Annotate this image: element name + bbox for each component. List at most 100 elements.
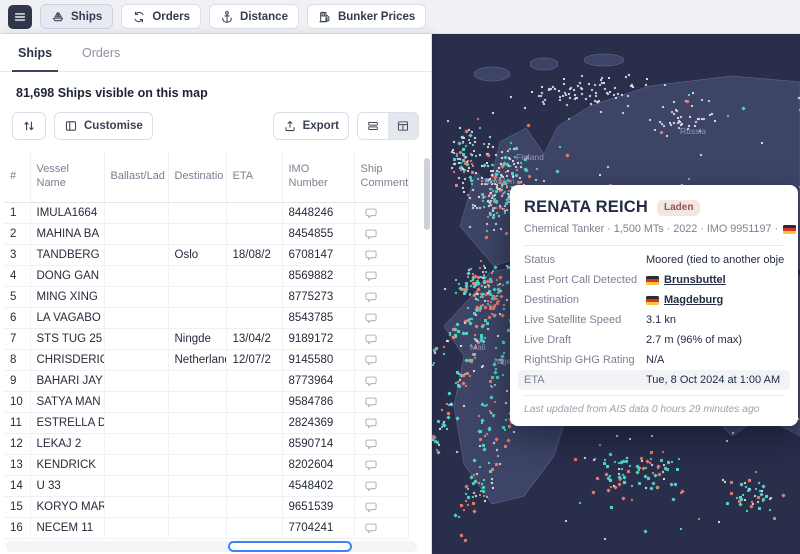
popup-field-row: Status Moored (tied to another object [524, 250, 784, 270]
popup-field-row: Last Port Call Detected Brunsbuttel [524, 270, 784, 290]
comment-bubble-icon[interactable] [364, 311, 378, 325]
table-row[interactable]: 9 BAHARI JAY 8773964 [4, 370, 408, 391]
table-row[interactable]: 3 TANDBERG Oslo 18/08/2 6708147 [4, 244, 408, 265]
ship-dot [652, 472, 654, 474]
ship-dot [451, 150, 453, 152]
comment-bubble-icon[interactable] [364, 269, 378, 283]
table-row[interactable]: 15 KORYO MAR 9651539 [4, 496, 408, 517]
export-button[interactable]: Export [273, 112, 349, 140]
ship-dot [740, 482, 744, 486]
ship-dot [479, 493, 481, 495]
rows-view-button[interactable] [358, 113, 388, 139]
menu-button[interactable] [8, 5, 32, 29]
table-row[interactable]: 2 MAHINA BA 8454855 [4, 223, 408, 244]
table-row[interactable]: 7 STS TUG 25 Ningde 13/04/2 9189172 [4, 328, 408, 349]
imo-number-cell: 9584786 [282, 391, 354, 412]
comment-bubble-icon[interactable] [364, 332, 378, 346]
ship-dot [464, 499, 466, 501]
imo-number-cell: 6708147 [282, 244, 354, 265]
table-row[interactable]: 4 DONG GAN 8569882 [4, 265, 408, 286]
ship-dot [755, 487, 757, 489]
destination-cell [168, 286, 226, 307]
ship-dot [687, 177, 690, 180]
popup-field-value-text: 2.7 m (96% of max) [646, 334, 742, 346]
ship-dot [502, 426, 505, 429]
nav-distance-button[interactable]: Distance [209, 4, 299, 29]
table-row[interactable]: 10 SATYA MAN 9584786 [4, 391, 408, 412]
horizontal-scrollbar-thumb[interactable] [228, 541, 352, 552]
comment-bubble-icon[interactable] [364, 395, 378, 409]
comment-bubble-icon[interactable] [364, 227, 378, 241]
ship-dot [518, 176, 521, 179]
table-row[interactable]: 14 U 33 4548402 [4, 475, 408, 496]
table-row[interactable]: 11 ESTRELLA D 2824369 [4, 412, 408, 433]
ship-dot [492, 229, 494, 231]
row-number-cell: 3 [4, 244, 30, 265]
customise-button[interactable]: Customise [54, 112, 153, 140]
ship-dot [662, 463, 665, 466]
ship-dot [463, 321, 466, 324]
comment-bubble-icon[interactable] [364, 521, 378, 535]
nav-orders-button[interactable]: Orders [121, 4, 201, 29]
table-row[interactable]: 13 KENDRICK 8202604 [4, 454, 408, 475]
eta-cell [226, 454, 282, 475]
ship-dot [572, 88, 575, 91]
popup-field-row: Live Satellite Speed 3.1 kn [524, 310, 784, 330]
ship-comments-cell [354, 349, 408, 370]
table-row[interactable]: 16 NECEM 11 7704241 [4, 517, 408, 538]
nav-bunker-prices-button[interactable]: Bunker Prices [307, 4, 426, 29]
comment-bubble-icon[interactable] [364, 248, 378, 262]
comment-bubble-icon[interactable] [364, 374, 378, 388]
table-row[interactable]: 12 LEKAJ 2 8590714 [4, 433, 408, 454]
ship-dot [747, 479, 750, 482]
ship-dot [482, 443, 486, 447]
comment-bubble-icon[interactable] [364, 353, 378, 367]
vertical-scrollbar-thumb[interactable] [424, 158, 430, 230]
table-row[interactable]: 6 LA VAGABO 8543785 [4, 307, 408, 328]
comment-bubble-icon[interactable] [364, 416, 378, 430]
ship-dot [478, 482, 480, 484]
ship-dot [484, 336, 487, 339]
ship-comments-cell [354, 223, 408, 244]
comment-bubble-icon[interactable] [364, 206, 378, 220]
comment-bubble-icon[interactable] [364, 479, 378, 493]
table-row[interactable]: 5 MING XING 8775273 [4, 286, 408, 307]
vessel-name-cell: DONG GAN [30, 265, 104, 286]
comment-bubble-icon[interactable] [364, 437, 378, 451]
tab-ships[interactable]: Ships [18, 34, 52, 71]
ship-dot [743, 498, 745, 500]
table-view-button[interactable] [388, 113, 418, 139]
vessel-name-cell: MING XING [30, 286, 104, 307]
comment-bubble-icon[interactable] [364, 458, 378, 472]
ship-dot [491, 112, 493, 114]
tab-orders[interactable]: Orders [82, 34, 120, 71]
map[interactable]: RussiaFinlandSwedenBelarusUkraineMaliNig… [432, 34, 800, 554]
row-number-cell: 15 [4, 496, 30, 517]
ship-dot [487, 146, 489, 148]
app-root: Ships Orders Distance Bunker Prices Ship… [0, 0, 800, 554]
ship-dot [486, 322, 489, 325]
popup-field-value: Moored (tied to another object [646, 254, 784, 266]
table-row[interactable]: 1 IMULA1664 8448246 [4, 202, 408, 223]
column-header-ship-comments: Ship Comments [354, 152, 408, 202]
vertical-scrollbar[interactable] [424, 154, 430, 538]
top-navigation-bar: Ships Orders Distance Bunker Prices [0, 0, 800, 34]
column-header-imo-number: IMO Number [282, 152, 354, 202]
nav-ships-button[interactable]: Ships [40, 4, 113, 29]
ship-dot [701, 118, 703, 120]
ship-dot [693, 125, 695, 127]
vessel-name-cell: SATYA MAN [30, 391, 104, 412]
comment-bubble-icon[interactable] [364, 290, 378, 304]
ship-dot [673, 112, 676, 115]
table-row[interactable]: 8 CHRISDERIC Netherland 12/07/2 9145580 [4, 349, 408, 370]
nav-ships-label: Ships [71, 11, 102, 23]
ship-dot [472, 352, 475, 355]
vessel-name-cell: KORYO MAR [30, 496, 104, 517]
sort-button[interactable] [12, 112, 46, 140]
ship-dot [488, 135, 491, 138]
eta-cell [226, 370, 282, 391]
comment-bubble-icon[interactable] [364, 500, 378, 514]
nav-orders-label: Orders [152, 11, 190, 23]
ship-dot [610, 506, 613, 509]
horizontal-scrollbar[interactable] [6, 541, 417, 552]
